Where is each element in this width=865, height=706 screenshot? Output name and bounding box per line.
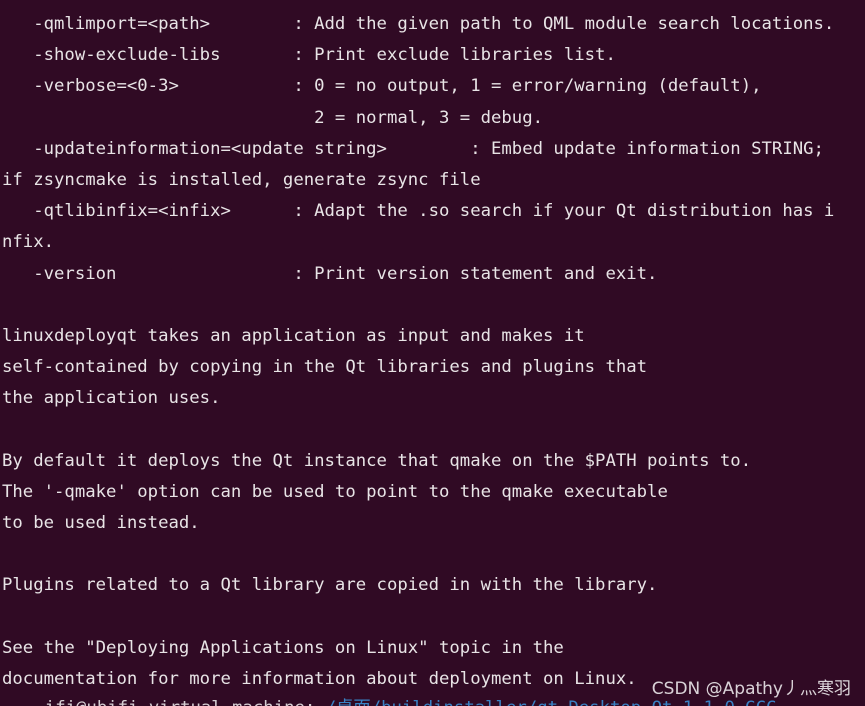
output-line: -show-exclude-libs : Print exclude libra…: [2, 45, 616, 66]
output-line: nfix.: [2, 232, 55, 253]
csdn-watermark: CSDN @Apathy丿灬寒羽: [651, 679, 851, 699]
output-line: if zsyncmake is installed, generate zsyn…: [2, 169, 481, 190]
prompt-line: ifi@ubifi-virtual-machine:~/桌面/buildinst…: [24, 698, 777, 706]
output-line: -updateinformation=<update string> : Emb…: [2, 138, 824, 159]
output-line: to be used instead.: [2, 513, 200, 533]
output-line: Plugins related to a Qt library are copi…: [2, 575, 658, 596]
output-line: the application uses.: [2, 388, 221, 409]
terminal-output: -qmlimport=<path> : Add the given path t…: [2, 9, 834, 695]
prompt-user-host: ifi@ubifi-virtual-machine:: [24, 698, 316, 706]
output-line: self-contained by copying in the Qt libr…: [2, 357, 648, 378]
output-line: -verbose=<0-3> : 0 = no output, 1 = erro…: [2, 76, 762, 97]
output-line: -qtlibinfix=<infix> : Adapt the .so sear…: [2, 201, 835, 222]
output-line: The '-qmake' option can be used to point…: [2, 481, 668, 502]
output-line: 2 = normal, 3 = debug.: [2, 107, 544, 128]
output-line: -qmlimport=<path> : Add the given path t…: [2, 14, 835, 34]
prompt-path: ~/桌面/buildinstaller/qt-Desktop-Qt-1-1-0-…: [315, 698, 776, 706]
output-line: -version : Print version statement and e…: [2, 263, 658, 284]
terminal-window[interactable]: -qmlimport=<path> : Add the given path t…: [0, 0, 865, 706]
output-line: By default it deploys the Qt instance th…: [2, 450, 752, 471]
output-line: See the "Deploying Applications on Linux…: [2, 637, 564, 658]
output-line: linuxdeployqt takes an application as in…: [2, 325, 585, 346]
